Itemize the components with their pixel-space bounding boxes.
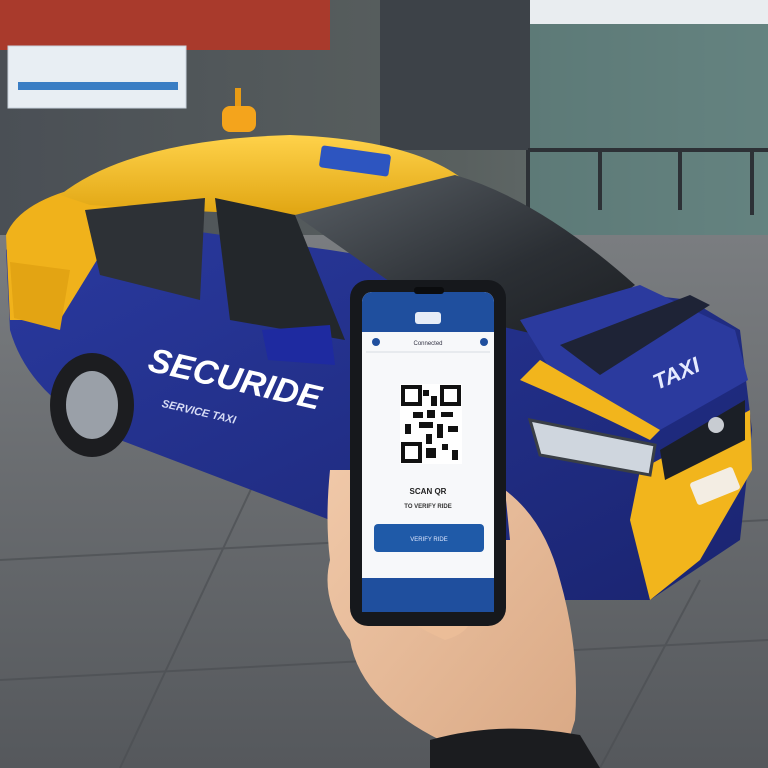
scene: SECURIDE SERVICE TAXI TAXI Connected SCA…: [0, 0, 768, 768]
app-logo-icon: [415, 312, 441, 324]
menu-icon[interactable]: [372, 338, 380, 346]
glass-facade: [530, 0, 768, 240]
qr-code[interactable]: [400, 384, 462, 464]
side-mirror: [262, 325, 335, 365]
app-title: Connected: [413, 341, 442, 347]
verify-button-label: VERIFY RIDE: [410, 537, 448, 543]
app-footer-bar: [362, 578, 494, 612]
car-logo: [708, 417, 724, 433]
roof-light: [222, 106, 256, 132]
qr-caption-primary: SCAN QR: [410, 487, 447, 496]
qr-caption-secondary: TO VERIFY RIDE: [404, 504, 451, 510]
phone: Connected SCAN QR TO VERIFY RIDE VERIFY …: [350, 280, 506, 626]
building-column: [380, 0, 530, 150]
sleeve: [430, 728, 600, 768]
red-awning: [0, 0, 330, 50]
phone-notch: [414, 287, 444, 294]
wall-sign: [7, 45, 187, 109]
profile-icon[interactable]: [480, 338, 488, 346]
